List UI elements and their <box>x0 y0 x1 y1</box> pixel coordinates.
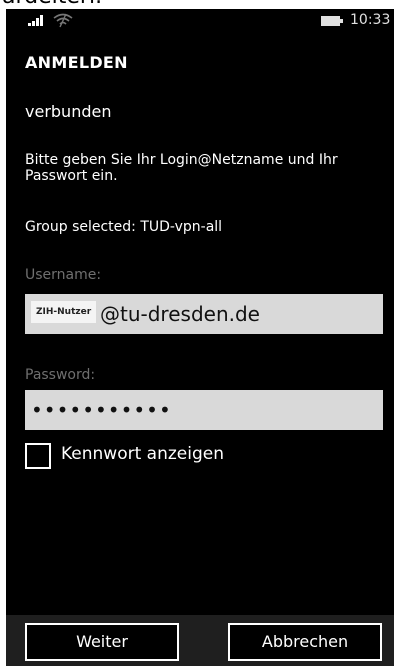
password-label: Password: <box>25 367 96 383</box>
phone-screen: 10:33 ANMELDEN verbunden Bitte geben Sie… <box>6 9 394 666</box>
password-value: ••••••••••• <box>31 398 172 422</box>
username-input[interactable]: ZIH-Nutzer @tu-dresden.de <box>25 294 383 334</box>
cropped-top-text-label: ardeiteri. <box>2 0 102 8</box>
instructions-text: Bitte geben Sie Ihr Login@Netzname und I… <box>25 152 338 184</box>
password-input[interactable]: ••••••••••• <box>25 390 383 430</box>
page-title: ANMELDEN <box>25 53 128 72</box>
connection-status: verbunden <box>25 102 112 121</box>
status-bar: 10:33 <box>6 9 394 39</box>
show-password-label: Kennwort anzeigen <box>61 444 224 464</box>
next-button[interactable]: Weiter <box>25 623 179 661</box>
cropped-top-text: ardeiteri. <box>0 0 398 9</box>
cancel-button[interactable]: Abbrechen <box>228 623 382 661</box>
battery-icon <box>321 16 343 26</box>
username-value: @tu-dresden.de <box>100 302 260 326</box>
status-time: 10:33 <box>350 12 391 28</box>
username-label: Username: <box>25 267 102 283</box>
app-bar: Weiter Abbrechen <box>6 615 394 666</box>
username-prefix-tag: ZIH-Nutzer <box>31 301 97 323</box>
show-password-checkbox[interactable] <box>25 443 51 469</box>
signal-bars-icon <box>28 15 43 26</box>
wifi-icon <box>53 13 73 28</box>
selected-group-text: Group selected: TUD-vpn-all <box>25 219 223 235</box>
